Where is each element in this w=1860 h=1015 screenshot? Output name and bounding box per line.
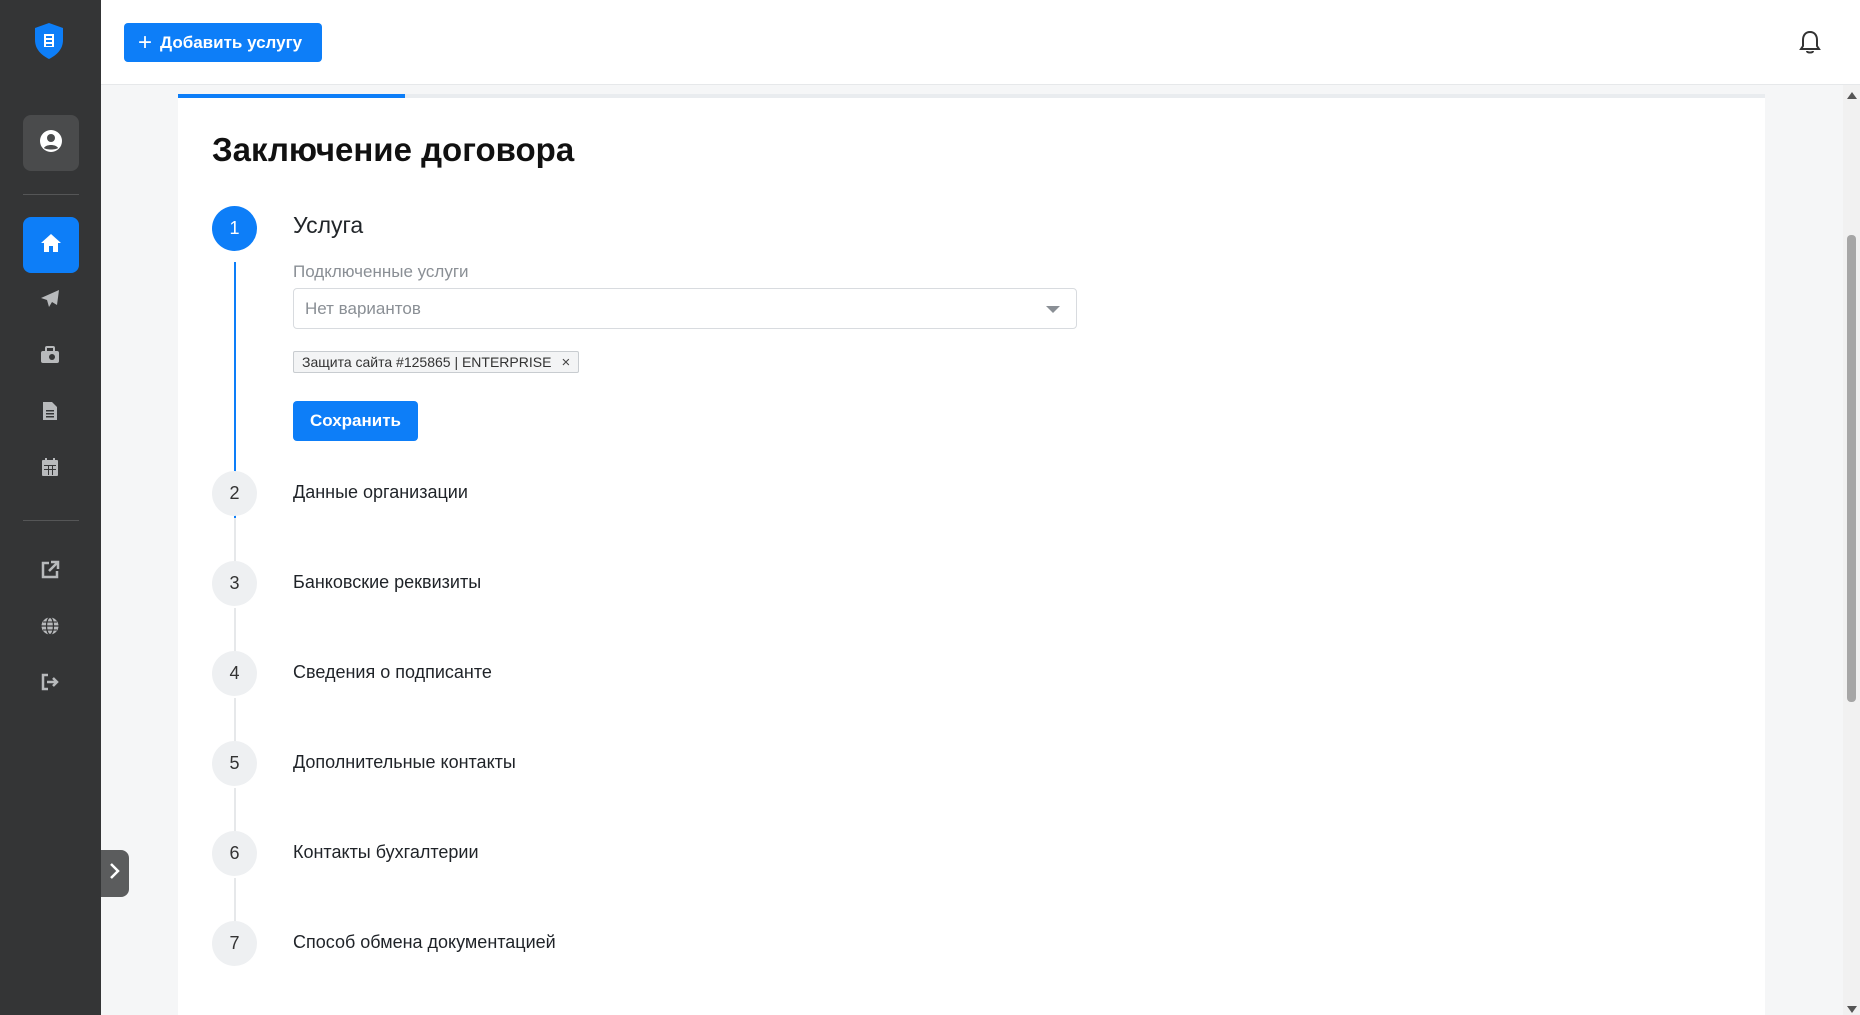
chip-label: Защита сайта #125865 | ENTERPRISE <box>302 354 552 370</box>
paper-plane-icon <box>40 289 60 314</box>
step-4-circle[interactable]: 4 <box>212 651 257 696</box>
step-3-label[interactable]: Банковские реквизиты <box>293 572 481 593</box>
step-3-circle[interactable]: 3 <box>212 561 257 606</box>
sidebar-item-profile[interactable] <box>23 115 79 171</box>
sidebar-item-calendar[interactable] <box>38 457 62 481</box>
selected-service-chip: Защита сайта #125865 | ENTERPRISE × <box>293 351 580 373</box>
step-2-circle[interactable]: 2 <box>212 471 257 516</box>
calendar-icon <box>41 457 59 482</box>
top-header: + Добавить услугу <box>101 0 1860 85</box>
user-circle-icon <box>39 129 63 158</box>
scroll-thumb[interactable] <box>1847 235 1856 702</box>
step-6-label[interactable]: Контакты бухгалтерии <box>293 842 479 863</box>
add-service-button[interactable]: + Добавить услугу <box>124 23 322 62</box>
sidebar-divider <box>23 520 79 521</box>
logout-icon <box>40 672 60 697</box>
page-scrollbar[interactable] <box>1843 85 1860 1015</box>
step-connector <box>234 608 236 652</box>
scroll-down-icon[interactable] <box>1847 1006 1857 1013</box>
sidebar-divider <box>23 194 79 195</box>
step-connector <box>234 518 236 562</box>
document-icon <box>42 401 58 426</box>
sidebar-item-home[interactable] <box>23 217 79 273</box>
chevron-right-icon <box>109 862 121 885</box>
external-link-icon <box>40 560 60 585</box>
briefcase-icon <box>40 345 60 370</box>
step-7-circle[interactable]: 7 <box>212 921 257 966</box>
progress-bar <box>178 94 1765 98</box>
sidebar-item-external-link[interactable] <box>38 560 62 584</box>
page-title: Заключение договора <box>212 131 575 168</box>
progress-fill <box>178 94 405 98</box>
step-connector <box>234 788 236 832</box>
home-icon <box>40 233 62 258</box>
connected-services-label: Подключенные услуги <box>293 262 469 281</box>
plus-icon: + <box>138 28 153 56</box>
sidebar-item-send[interactable] <box>38 289 62 313</box>
step-connector <box>234 698 236 742</box>
save-button[interactable]: Сохранить <box>293 401 418 441</box>
step-5-circle[interactable]: 5 <box>212 741 257 786</box>
sidebar <box>0 0 101 1015</box>
sidebar-item-logout[interactable] <box>38 672 62 696</box>
sidebar-item-language[interactable] <box>38 616 62 640</box>
select-placeholder: Нет вариантов <box>305 299 421 318</box>
step-7-label[interactable]: Способ обмена документацией <box>293 932 556 953</box>
globe-icon <box>40 616 60 641</box>
step-connector <box>234 878 236 922</box>
step-2-label[interactable]: Данные организации <box>293 482 468 503</box>
contract-card: Заключение договора 1 Услуга Подключенны… <box>178 94 1765 1015</box>
step-4-label[interactable]: Сведения о подписанте <box>293 662 492 683</box>
sidebar-item-services[interactable] <box>38 345 62 369</box>
connected-services-select[interactable]: Нет вариантов <box>293 288 1077 329</box>
step-6-circle[interactable]: 6 <box>212 831 257 876</box>
close-icon[interactable]: × <box>561 354 570 371</box>
step-1-circle[interactable]: 1 <box>212 206 257 251</box>
bell-icon[interactable] <box>1798 29 1822 55</box>
step-5-label[interactable]: Дополнительные контакты <box>293 752 516 773</box>
step-1-label[interactable]: Услуга <box>293 212 363 239</box>
sidebar-item-documents[interactable] <box>38 401 62 425</box>
sidebar-collapse-button[interactable] <box>101 850 129 897</box>
shield-logo[interactable] <box>33 22 65 60</box>
add-service-label: Добавить услугу <box>160 32 303 52</box>
scroll-up-icon[interactable] <box>1847 92 1857 99</box>
caret-down-icon[interactable] <box>1046 306 1060 313</box>
